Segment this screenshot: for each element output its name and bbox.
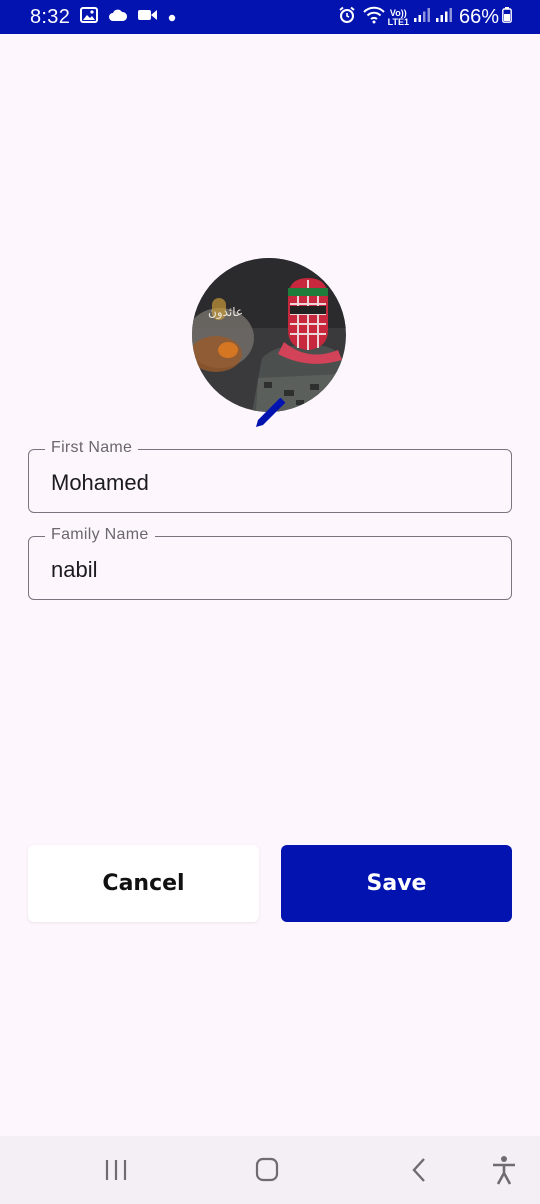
status-right: Vo)) LTE1 66%: [338, 6, 512, 29]
family-name-field[interactable]: Family Name nabil: [28, 526, 512, 600]
save-button[interactable]: Save: [281, 845, 512, 922]
gallery-icon: [80, 7, 99, 28]
first-name-label: First Name: [45, 439, 139, 457]
cancel-button[interactable]: Cancel: [28, 845, 259, 922]
accessibility-icon[interactable]: [486, 1154, 522, 1186]
navigation-bar: [0, 1136, 540, 1204]
battery-icon: [502, 7, 512, 28]
pencil-icon[interactable]: [250, 393, 290, 433]
signal-icon: [435, 7, 453, 28]
alarm-icon: [338, 6, 356, 29]
recent-apps-icon[interactable]: [98, 1154, 134, 1186]
first-name-field[interactable]: First Name Mohamed: [28, 439, 512, 513]
avatar-caption: عائدون: [208, 305, 243, 320]
status-bar: 8:32 Vo)) LTE1 66%: [0, 0, 540, 34]
home-icon[interactable]: [249, 1154, 285, 1186]
volte-icon: Vo)) LTE1: [387, 7, 409, 27]
family-name-input[interactable]: nabil: [51, 557, 97, 583]
family-name-label: Family Name: [45, 526, 155, 544]
first-name-input[interactable]: Mohamed: [51, 470, 149, 496]
video-icon: [138, 8, 158, 27]
profile-photo[interactable]: عائدون: [192, 258, 346, 412]
signal-icon: [413, 7, 431, 28]
cloud-icon: [108, 8, 128, 27]
back-icon[interactable]: [401, 1154, 437, 1186]
wifi-icon: [362, 6, 386, 29]
status-time: 8:32: [30, 6, 71, 28]
profile-photo-image: عائدون: [192, 258, 346, 412]
status-left: 8:32: [30, 6, 176, 29]
battery-percent: 66%: [458, 6, 499, 28]
dot-icon: [168, 9, 176, 27]
